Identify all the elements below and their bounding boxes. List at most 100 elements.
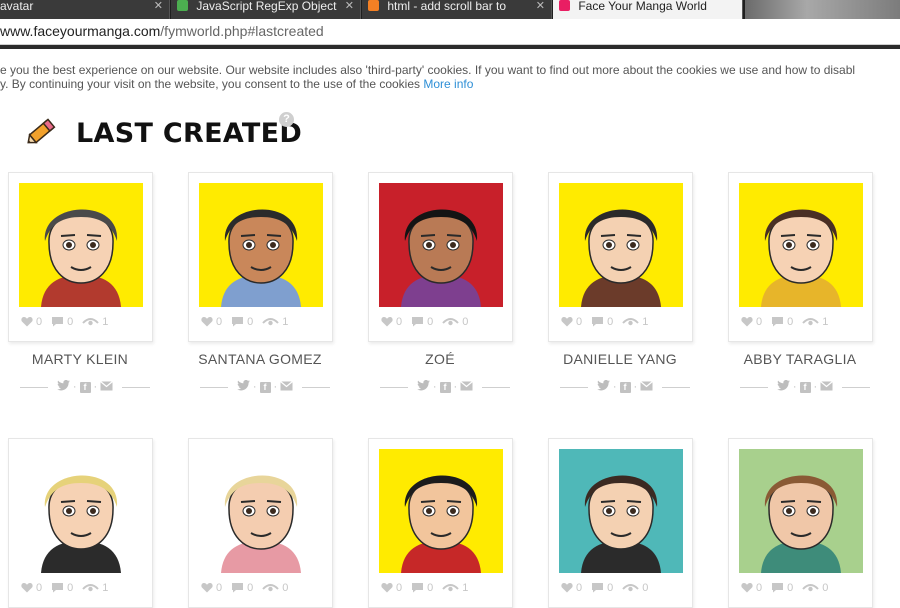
browser-tab[interactable]: avatar ✕ <box>0 0 170 19</box>
comments-stat[interactable]: 0 <box>411 316 433 328</box>
share-bar: · f · <box>560 379 690 394</box>
facebook-icon[interactable]: f <box>259 381 271 393</box>
email-icon[interactable] <box>100 380 114 394</box>
views-stat: 1 <box>802 316 828 328</box>
toolbar-shadow <box>0 45 900 49</box>
avatar-card[interactable]: 0 0 1 <box>8 438 153 608</box>
close-tab-icon[interactable]: ✕ <box>345 0 354 13</box>
avatar-stats: 0 0 0 <box>381 316 511 330</box>
avatar-name[interactable]: ZOÉ <box>360 351 520 367</box>
comments-stat[interactable]: 0 <box>591 582 613 594</box>
more-info-link[interactable]: More info <box>423 77 473 91</box>
divider <box>20 387 48 388</box>
divider <box>662 387 690 388</box>
avatar-card[interactable]: 0 0 1 <box>8 172 153 342</box>
avatar-card[interactable]: 0 0 1 <box>728 172 873 342</box>
email-icon[interactable] <box>280 380 294 394</box>
twitter-icon[interactable] <box>56 379 70 394</box>
likes-stat[interactable]: 0 <box>201 582 222 594</box>
twitter-icon[interactable] <box>596 379 610 394</box>
likes-stat[interactable]: 0 <box>741 582 762 594</box>
avatar-card[interactable]: 0 0 0 <box>548 438 693 608</box>
close-tab-icon[interactable]: ✕ <box>536 0 545 13</box>
likes-stat[interactable]: 0 <box>201 316 222 328</box>
comments-stat[interactable]: 0 <box>51 316 73 328</box>
avatar-image[interactable] <box>19 183 143 307</box>
comments-stat[interactable]: 0 <box>591 316 613 328</box>
comments-stat[interactable]: 0 <box>411 582 433 594</box>
likes-stat[interactable]: 0 <box>21 316 42 328</box>
eye-icon <box>802 582 822 594</box>
email-icon[interactable] <box>460 380 474 394</box>
help-icon[interactable]: ? <box>279 112 294 127</box>
likes-stat[interactable]: 0 <box>381 582 402 594</box>
likes-stat[interactable]: 0 <box>381 316 402 328</box>
comments-count: 0 <box>607 582 614 594</box>
avatar-stats: 0 0 1 <box>21 316 151 330</box>
dot-separator: · <box>612 381 617 393</box>
twitter-icon[interactable] <box>776 379 790 394</box>
avatar-image[interactable] <box>199 183 323 307</box>
divider <box>482 387 510 388</box>
avatar-name[interactable]: SANTANA GOMEZ <box>180 351 340 367</box>
avatar-image[interactable] <box>739 183 863 307</box>
facebook-icon[interactable]: f <box>619 381 631 393</box>
divider <box>842 387 870 388</box>
twitter-icon[interactable] <box>416 379 430 394</box>
favicon-icon <box>559 0 570 11</box>
tab-label: avatar <box>0 0 34 13</box>
close-tab-icon[interactable]: ✕ <box>154 0 163 13</box>
browser-tab[interactable]: JavaScript RegExp Object ✕ <box>171 0 361 19</box>
views-stat: 1 <box>622 316 648 328</box>
dot-separator: · <box>432 381 437 393</box>
twitter-icon[interactable] <box>236 379 250 394</box>
facebook-icon[interactable]: f <box>799 381 811 393</box>
share-bar: · f · <box>740 379 870 394</box>
avatar-name[interactable]: MARTY KLEIN <box>0 351 160 367</box>
dot-separator: · <box>453 381 458 393</box>
browser-tab[interactable]: html - add scroll bar to ✕ <box>362 0 552 19</box>
avatar-stats: 0 0 0 <box>201 582 331 596</box>
tab-label: Face Your Manga World <box>578 0 707 13</box>
comments-stat[interactable]: 0 <box>231 582 253 594</box>
share-icons: · f · <box>234 379 296 394</box>
comments-stat[interactable]: 0 <box>51 582 73 594</box>
avatar-card[interactable]: 0 0 0 <box>188 438 333 608</box>
address-bar[interactable]: www.faceyourmanga.com/fymworld.php#lastc… <box>0 19 900 45</box>
avatar-image[interactable] <box>199 449 323 573</box>
facebook-icon[interactable]: f <box>439 381 451 393</box>
avatar-card[interactable]: 0 0 1 <box>368 438 513 608</box>
avatar-image[interactable] <box>739 449 863 573</box>
avatar-image[interactable] <box>379 449 503 573</box>
email-icon[interactable] <box>640 380 654 394</box>
avatar-image[interactable] <box>379 183 503 307</box>
avatar-image[interactable] <box>19 449 143 573</box>
avatar-card[interactable]: 0 0 0 <box>728 438 873 608</box>
avatar-card[interactable]: 0 0 1 <box>188 172 333 342</box>
likes-stat[interactable]: 0 <box>741 316 762 328</box>
url-text[interactable]: www.faceyourmanga.com/fymworld.php#lastc… <box>0 23 324 39</box>
likes-stat[interactable]: 0 <box>21 582 42 594</box>
eye-icon <box>622 316 642 328</box>
comments-stat[interactable]: 0 <box>771 582 793 594</box>
facebook-icon[interactable]: f <box>79 381 91 393</box>
avatar-name[interactable]: ABBY TARAGLIA <box>720 351 880 367</box>
avatar-name[interactable]: DANIELLE YANG <box>540 351 700 367</box>
comments-stat[interactable]: 0 <box>771 316 793 328</box>
likes-stat[interactable]: 0 <box>561 582 582 594</box>
avatar-card[interactable]: 0 0 0 <box>368 172 513 342</box>
avatar-card[interactable]: 0 0 1 <box>548 172 693 342</box>
avatar-image[interactable] <box>559 183 683 307</box>
views-stat: 0 <box>262 582 288 594</box>
browser-tab-active[interactable]: Face Your Manga World <box>553 0 743 19</box>
avatar-image[interactable] <box>559 449 683 573</box>
share-icons: · f · <box>774 379 836 394</box>
comments-stat[interactable]: 0 <box>231 316 253 328</box>
heart-icon <box>201 582 216 594</box>
page-title: LAST CREATED <box>76 118 303 149</box>
share-icons: · f · <box>414 379 476 394</box>
likes-stat[interactable]: 0 <box>561 316 582 328</box>
heart-icon <box>201 316 216 328</box>
email-icon[interactable] <box>820 380 834 394</box>
avatar-stats: 0 0 0 <box>741 582 871 596</box>
